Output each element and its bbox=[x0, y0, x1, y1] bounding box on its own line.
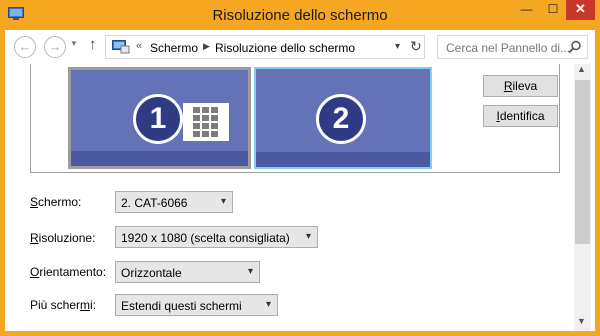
orientation-label-key: O bbox=[30, 265, 40, 279]
address-dropdown-icon[interactable]: ▾ bbox=[395, 41, 400, 52]
detect-button[interactable]: Rileva bbox=[483, 75, 558, 97]
detect-label: ileva bbox=[512, 79, 538, 93]
search-placeholder: Cerca nel Pannello di... bbox=[446, 41, 571, 55]
minimize-button[interactable]: — bbox=[513, 0, 540, 20]
breadcrumb-risoluzione[interactable]: Risoluzione dello schermo bbox=[215, 41, 355, 55]
identify-label: dentifica bbox=[499, 109, 545, 123]
window-title: Risoluzione dello schermo bbox=[212, 7, 388, 24]
orientation-select-value: Orizzontale bbox=[121, 266, 182, 280]
vertical-scrollbar[interactable]: ▲ ▼ bbox=[574, 64, 591, 331]
chevron-down-icon: ▾ bbox=[220, 196, 226, 207]
resolution-select[interactable]: 1920 x 1080 (scelta consigliata) ▾ bbox=[115, 226, 318, 248]
orientation-label-text: rientamento: bbox=[39, 265, 107, 279]
screen-select-value: 2. CAT-6066 bbox=[121, 196, 188, 210]
chevron-down-icon: ▾ bbox=[305, 231, 311, 242]
scroll-down-icon[interactable]: ▼ bbox=[577, 316, 586, 326]
navigation-bar: ← → ▼ ↑ « Schermo ▶ Risoluzione dello sc… bbox=[5, 30, 595, 64]
monitor-1[interactable]: 1 ●●● bbox=[68, 67, 251, 169]
content-panel: 1 ●●● 2 Rileva Identifica bbox=[5, 64, 595, 331]
control-panel-icon bbox=[112, 40, 130, 54]
multiple-displays-select[interactable]: Estendi questi schermi ▾ bbox=[115, 294, 278, 316]
multiple-displays-label: Più schermi: bbox=[30, 298, 96, 312]
monitor-number-2: 2 bbox=[316, 94, 366, 144]
back-button[interactable]: ← bbox=[14, 36, 36, 58]
screen-label-key: S bbox=[30, 195, 39, 209]
maximize-icon: ☐ bbox=[547, 2, 559, 16]
forward-arrow-icon: → bbox=[48, 39, 62, 54]
orientation-label: Orientamento: bbox=[30, 265, 106, 279]
screen-label-text: chermo: bbox=[38, 195, 82, 209]
chevron-down-icon: ▾ bbox=[247, 266, 253, 277]
screen-select[interactable]: 2. CAT-6066 ▾ bbox=[115, 191, 233, 213]
close-icon: ✕ bbox=[575, 1, 586, 16]
title-bar: Risoluzione dello schermo — ☐ ✕ bbox=[0, 0, 600, 30]
close-button[interactable]: ✕ bbox=[566, 0, 595, 20]
breadcrumb-separator-icon[interactable]: ▶ bbox=[203, 41, 210, 52]
monitor-number-1: 1 bbox=[133, 94, 183, 144]
forward-button[interactable]: → bbox=[44, 36, 66, 58]
refresh-icon[interactable]: ↻ bbox=[410, 38, 422, 55]
resolution-select-value: 1920 x 1080 (scelta consigliata) bbox=[121, 231, 290, 245]
scroll-thumb[interactable] bbox=[575, 80, 590, 244]
screen-label: Schermo: bbox=[30, 195, 81, 209]
breadcrumb-schermo[interactable]: Schermo bbox=[150, 41, 198, 55]
minimize-icon: — bbox=[520, 2, 533, 16]
address-bar[interactable]: « Schermo ▶ Risoluzione dello schermo ▾ … bbox=[105, 35, 425, 59]
maximize-button[interactable]: ☐ bbox=[540, 0, 566, 20]
recent-locations-icon[interactable]: ▼ bbox=[70, 39, 78, 48]
scroll-up-icon[interactable]: ▲ bbox=[577, 64, 586, 74]
monitor-1-taskbar bbox=[71, 151, 248, 166]
search-icon[interactable] bbox=[568, 40, 582, 54]
display-arrangement: 1 ●●● 2 Rileva Identifica bbox=[30, 64, 560, 173]
back-arrow-icon: ← bbox=[18, 39, 32, 54]
app-grid-icon bbox=[183, 103, 229, 141]
orientation-select[interactable]: Orizzontale ▾ bbox=[115, 261, 260, 283]
multiple-displays-value: Estendi questi schermi bbox=[121, 299, 242, 313]
resolution-label-key: R bbox=[30, 231, 39, 245]
multiple-label-key: m bbox=[80, 298, 91, 312]
resolution-label-text: isoluzione: bbox=[38, 231, 96, 245]
multiple-label-text: i: bbox=[90, 298, 97, 312]
search-box[interactable]: Cerca nel Pannello di... bbox=[437, 35, 588, 59]
window: Risoluzione dello schermo — ☐ ✕ ← → ▼ ↑ … bbox=[0, 0, 600, 336]
multiple-label-pre: Più scher bbox=[30, 298, 81, 312]
identify-button[interactable]: Identifica bbox=[483, 105, 558, 127]
chevron-down-icon: ▾ bbox=[265, 299, 271, 310]
monitor-2[interactable]: 2 bbox=[254, 67, 432, 169]
address-overflow-icon[interactable]: « bbox=[136, 40, 142, 52]
resolution-label: Risoluzione: bbox=[30, 231, 95, 245]
up-arrow-icon[interactable]: ↑ bbox=[89, 36, 97, 53]
monitor-2-taskbar bbox=[256, 152, 430, 167]
